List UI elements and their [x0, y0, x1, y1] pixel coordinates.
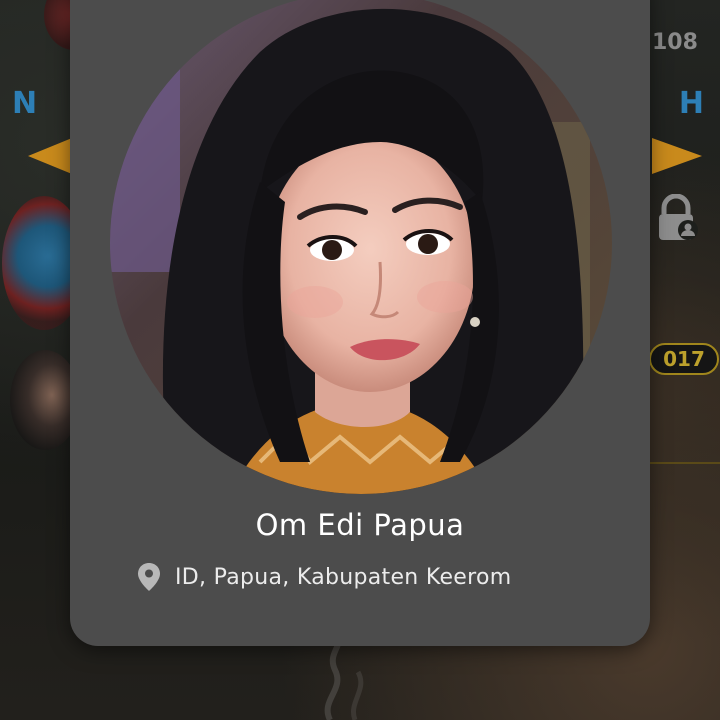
viewer-count: 108 [652, 30, 698, 55]
arrow-right-icon[interactable] [652, 138, 702, 174]
map-pin-icon [138, 563, 160, 591]
room-code-badge: 017 [649, 343, 719, 375]
divider [650, 462, 720, 464]
profile-name: Om Edi Papua [255, 508, 465, 542]
arrow-left-icon[interactable] [28, 138, 72, 174]
profile-location: ID, Papua, Kabupaten Keerom [137, 560, 511, 594]
marquee-text-left: N [12, 86, 40, 121]
steam-decoration [324, 640, 364, 720]
lock-user-icon[interactable] [656, 194, 700, 242]
location-text: ID, Papua, Kabupaten Keerom [175, 564, 512, 590]
profile-photo [110, 0, 612, 494]
profile-avatar[interactable] [110, 0, 612, 494]
